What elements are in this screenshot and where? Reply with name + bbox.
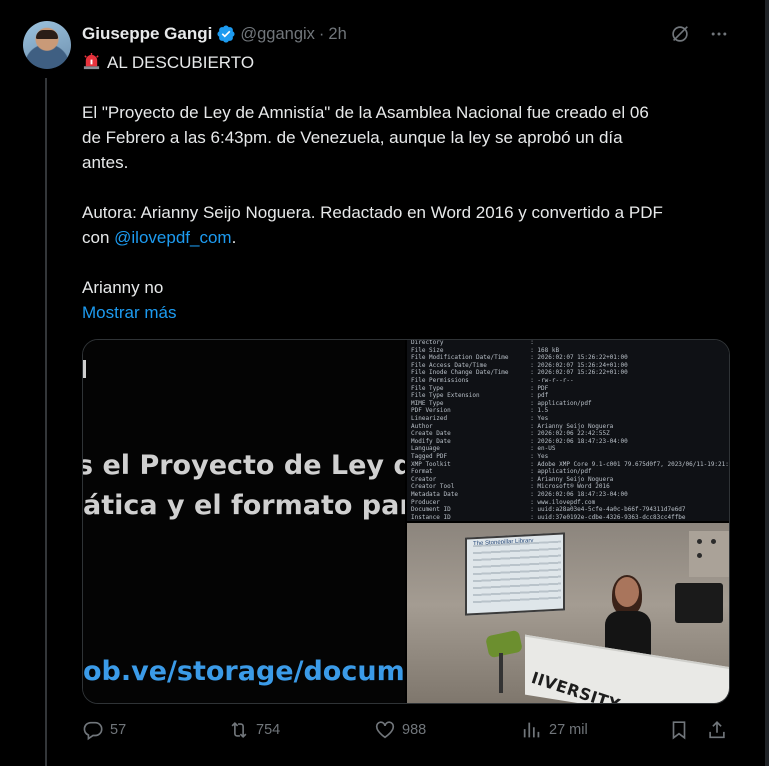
views-chart-icon (523, 722, 540, 738)
post-line: Autora: Arianny Seijo Noguera. Redactado… (82, 203, 663, 222)
terminal-row: Format : application/pdf (411, 468, 592, 476)
terminal-row: Document ID : uuid:a28a03e4-5cfe-4a0c-b6… (411, 506, 686, 514)
terminal-row: Creator Tool : Microsoft® Word 2016 (411, 483, 610, 491)
author-handle[interactable]: @ggangix (240, 25, 315, 44)
terminal-row: Metadata Date : 2026:02:06 18:47:23-04:0… (411, 491, 628, 498)
terminal-row: Directory : (411, 340, 538, 346)
reply-count: 57 (110, 722, 127, 738)
post-heading-line: AL DESCUBIERTO (82, 50, 732, 75)
post-line: de Febrero a las 6:43pm. de Venezuela, a… (82, 128, 623, 147)
terminal-row: Creator : Arianny Seijo Noguera (411, 475, 614, 483)
terminal-row: Author : Arianny Seijo Noguera (411, 422, 614, 430)
doc-text-line: ática y el formato para r (83, 490, 405, 521)
terminal-row: MIME Type : application/pdf (411, 399, 592, 407)
post-text-fragment: con (82, 228, 115, 247)
terminal-row: PDF Version : 1.5 (411, 407, 549, 415)
chair (485, 629, 523, 659)
post-text: AL DESCUBIERTO El "Proyecto de Ley de Am… (82, 50, 732, 325)
doc-text-line: s el Proyecto de Ley de A (83, 450, 405, 481)
show-more-link[interactable]: Mostrar más (82, 300, 732, 325)
terminal-row: Linearized : Yes (411, 415, 549, 422)
post-line: antes. (82, 153, 129, 172)
terminal-row: Producer : www.ilovepdf.com (411, 498, 596, 506)
terminal-row: File Permissions : -rw-r--r-- (411, 377, 574, 384)
terminal-row: File Inode Change Date/Time : 2026:02:07… (411, 369, 628, 377)
terminal-row: File Modification Date/Time : 2026:02:07… (411, 354, 628, 362)
repost-button[interactable]: 754 (228, 719, 280, 741)
doc-url-line: ob.ve/storage/docume... (83, 656, 405, 687)
post-line: El "Proyecto de Ley de Amnistía" de la A… (82, 103, 649, 122)
share-icon (709, 721, 725, 739)
media-image-photo[interactable]: The Stonepillar Library IIVERSITY OF WES… (407, 523, 729, 703)
projection-screen: The Stonepillar Library (465, 532, 565, 616)
views-count: 27 mil (549, 722, 588, 738)
media-grid: s el Proyecto de Ley de A ática y el for… (82, 339, 730, 704)
post-heading: AL DESCUBIERTO (107, 53, 255, 72)
terminal-row: File Access Date/Time : 2026:02:07 15:26… (411, 361, 628, 369)
terminal-row: Instance ID : uuid:37e0192e-cdbe-4326-93… (411, 513, 686, 521)
like-button[interactable]: 988 (374, 719, 426, 741)
terminal-row: File Type Extension : pdf (411, 392, 549, 400)
post-time[interactable]: 2h (328, 25, 346, 44)
thread-line (45, 78, 47, 766)
share-button[interactable] (706, 719, 728, 741)
more-options-icon[interactable] (709, 24, 729, 44)
post-line: Arianny no (82, 278, 164, 297)
repost-count: 754 (256, 722, 281, 738)
post-header: Giuseppe Gangi @ggangix · 2h (82, 22, 347, 46)
speaker (605, 575, 651, 657)
column-border (765, 0, 769, 766)
doc-marker (83, 360, 86, 378)
repost-icon (231, 721, 247, 739)
heart-icon (375, 721, 395, 739)
terminal-row: Tagged PDF : Yes (411, 453, 549, 460)
media-image-terminal[interactable]: Directory : File Size : 168 kB File Modif… (407, 340, 730, 521)
terminal-row: File Type : PDF (411, 384, 549, 392)
wall-panel (689, 531, 729, 577)
monitor (675, 583, 723, 623)
post-text-fragment: . (231, 228, 237, 247)
police-siren-icon (82, 52, 101, 71)
views-button[interactable]: 27 mil (521, 719, 588, 741)
bookmark-icon (672, 721, 686, 740)
media-image-document[interactable]: s el Proyecto de Ley de A ática y el for… (83, 340, 405, 703)
reply-button[interactable]: 57 (82, 719, 126, 741)
avatar[interactable] (23, 21, 71, 69)
bookmark-button[interactable] (668, 719, 690, 741)
like-count: 988 (402, 722, 427, 738)
action-bar: 57 754 988 27 mil (82, 719, 730, 745)
grok-icon[interactable] (669, 23, 691, 45)
terminal-row: Modify Date : 2026:02:06 18:47:23-04:00 (411, 437, 628, 445)
mention-link[interactable]: @ilovepdf_com (114, 228, 231, 247)
terminal-row: XMP Toolkit : Adobe XMP Core 9.1-c001 79… (411, 460, 730, 468)
separator-dot: · (318, 24, 325, 43)
post-top-actions (669, 23, 729, 45)
author-name[interactable]: Giuseppe Gangi (82, 24, 212, 44)
post-line-with-mention: con @ilovepdf_com. (82, 225, 732, 250)
terminal-row: Create Date : 2026:02:06 22:42:55Z (411, 430, 610, 438)
terminal-row: Language : en-US (411, 445, 556, 453)
reply-icon (83, 721, 103, 741)
terminal-row: File Size : 168 kB (411, 346, 560, 354)
verified-badge-icon[interactable] (216, 24, 236, 44)
